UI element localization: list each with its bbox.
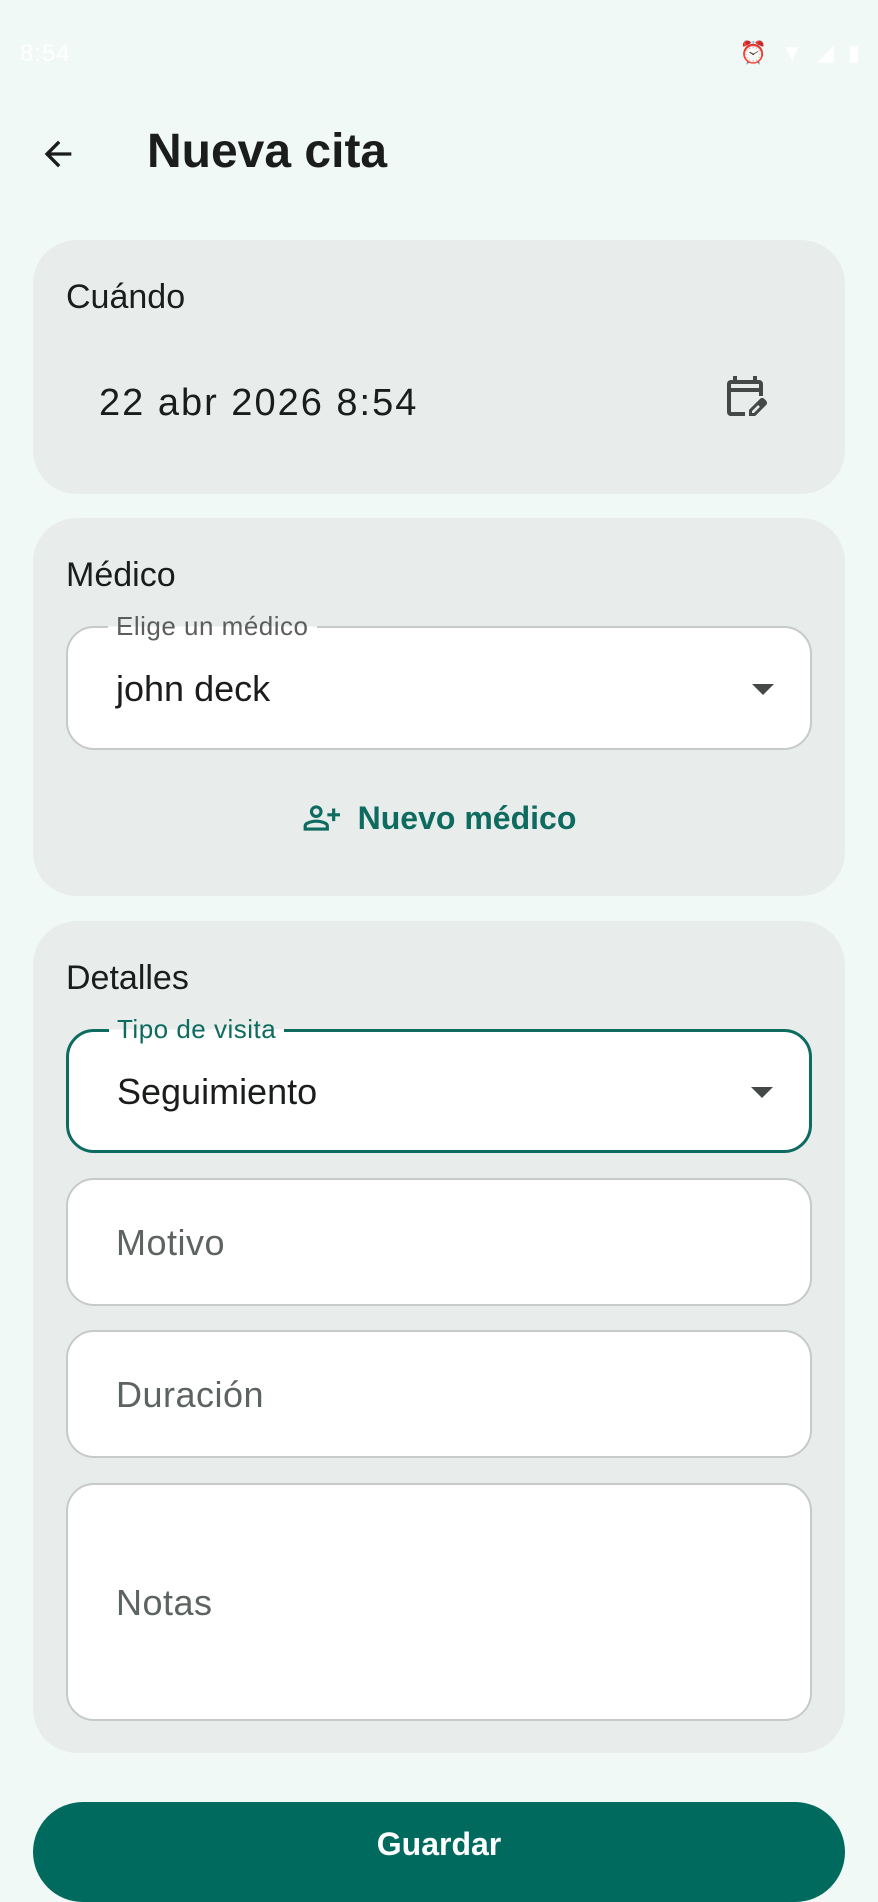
calendar-edit-icon — [727, 376, 767, 416]
wifi-icon: ▼ — [781, 40, 803, 65]
details-card-title: Detalles — [66, 959, 189, 997]
doctor-dropdown-value: john deck — [116, 668, 271, 709]
arrow-left-icon — [44, 140, 72, 168]
duration-input[interactable]: Duración — [66, 1330, 812, 1458]
alarm-icon: ⏰ — [739, 40, 768, 65]
back-button[interactable] — [26, 122, 90, 186]
save-button[interactable]: Guardar — [33, 1802, 845, 1902]
doctor-dropdown-label: Elige un médico — [108, 611, 317, 642]
when-card: Cuándo 22 abr 2026 8:54 — [33, 240, 845, 494]
status-bar: 8:54 ⏰ ▼ ◢ ▮ — [0, 0, 878, 110]
visit-type-dropdown[interactable]: Tipo de visita Seguimiento — [66, 1014, 812, 1153]
chevron-down-icon — [751, 1087, 773, 1098]
calendar-button[interactable] — [709, 360, 781, 432]
new-doctor-button[interactable]: Nuevo médico — [33, 788, 845, 848]
details-card: Detalles Tipo de visita Seguimiento Moti… — [33, 921, 845, 1753]
when-card-title: Cuándo — [66, 278, 186, 316]
doctor-card-title: Médico — [66, 556, 176, 594]
notes-input[interactable]: Notas — [66, 1483, 812, 1721]
page-title: Nueva cita — [147, 125, 388, 178]
doctor-card: Médico Elige un médico john deck Nuevo m… — [33, 518, 845, 896]
status-icons: ⏰ ▼ ◢ ▮ — [740, 40, 860, 66]
reason-placeholder: Motivo — [116, 1222, 226, 1263]
notes-placeholder: Notas — [116, 1582, 213, 1623]
signal-icon: ◢ — [816, 40, 834, 65]
reason-input[interactable]: Motivo — [66, 1178, 812, 1306]
appointment-date-value[interactable]: 22 abr 2026 8:54 — [99, 382, 418, 425]
chevron-down-icon — [752, 684, 774, 695]
visit-type-value: Seguimiento — [117, 1071, 318, 1112]
save-button-label: Guardar — [376, 1826, 502, 1862]
visit-type-label: Tipo de visita — [109, 1014, 285, 1045]
duration-placeholder: Duración — [116, 1374, 265, 1415]
battery-icon: ▮ — [847, 40, 860, 65]
app-bar: Nueva cita — [0, 110, 878, 200]
person-add-icon — [303, 805, 340, 831]
new-doctor-label: Nuevo médico — [357, 799, 577, 836]
status-time: 8:54 — [20, 40, 71, 67]
doctor-dropdown[interactable]: Elige un médico john deck — [66, 611, 812, 750]
